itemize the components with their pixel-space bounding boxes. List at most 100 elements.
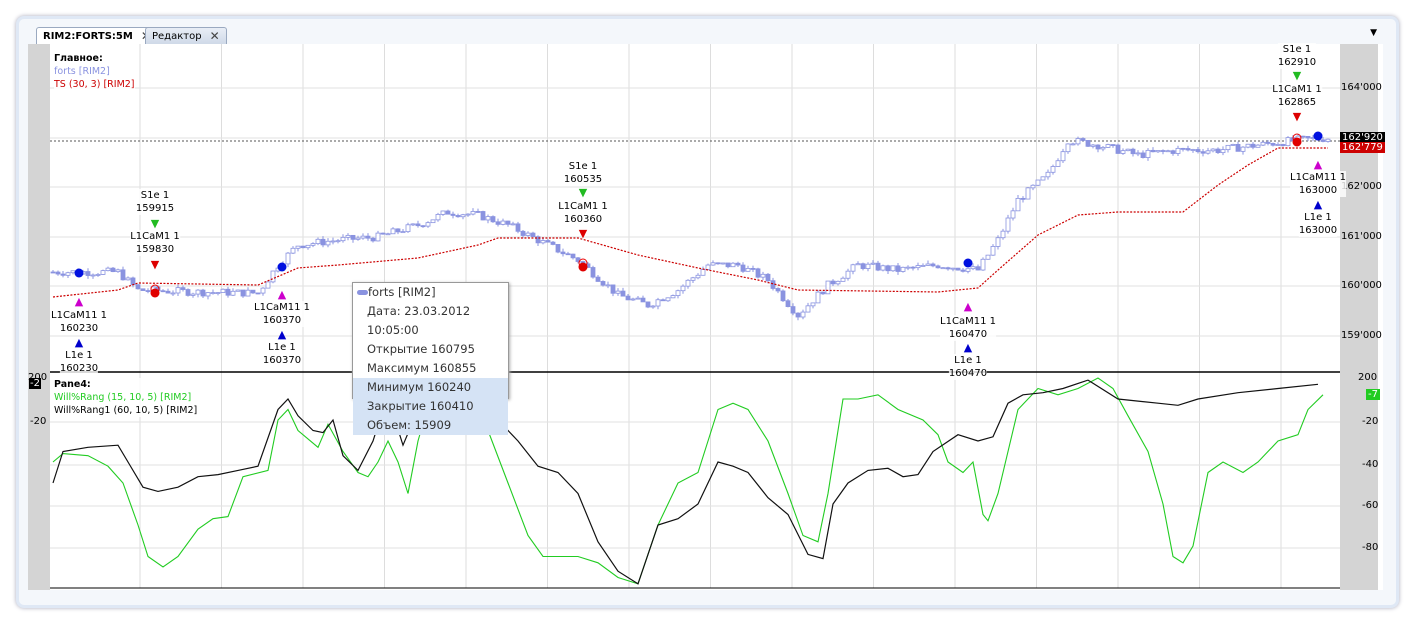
candle-body (625, 295, 631, 301)
candle-body (740, 264, 746, 272)
candle-body (1210, 148, 1216, 152)
signal-name: S1e 1 (1282, 44, 1312, 55)
candle-body (985, 254, 991, 260)
long-position-dot (963, 258, 973, 268)
signal-price: 160230 (59, 363, 99, 374)
signal-price: 160360 (563, 214, 603, 225)
candle-body (1205, 150, 1211, 154)
candle-body (785, 300, 791, 307)
willr-tick: -60 (1362, 500, 1379, 511)
tooltip-series: forts [RIM2] (368, 285, 436, 299)
candle-body (1065, 143, 1071, 153)
candle-body (165, 290, 171, 294)
candle-body (1215, 148, 1221, 154)
candle-body (1025, 187, 1031, 200)
lower-pane-legend: Pane4: Will%Rang (15, 10, 5) [RIM2] Will… (54, 378, 198, 417)
candle-body (910, 266, 916, 269)
candle-body (70, 270, 76, 274)
candle-body (1140, 152, 1146, 158)
candle-body (310, 243, 316, 246)
candle-body (255, 292, 261, 295)
candle-body (960, 269, 966, 272)
legend-ts: TS (30, 3) [RIM2] (54, 79, 135, 90)
candle-body (495, 221, 501, 225)
candle-body (50, 271, 56, 274)
candle-body (875, 262, 881, 271)
signal-price: 162910 (1277, 57, 1317, 68)
candle-body (250, 289, 256, 294)
up-arrow-icon: ▲ (1313, 158, 1323, 171)
candle-body (120, 269, 126, 281)
chart-canvas[interactable] (0, 0, 1413, 618)
tooltip-volume: Объем: 15909 (353, 416, 508, 435)
tooltip-date: Дата: 23.03.2012 10:05:00 (367, 304, 471, 337)
down-arrow-icon: ▼ (578, 186, 588, 199)
up-arrow-icon: ▲ (277, 288, 287, 301)
candle-body (775, 288, 781, 292)
signal-label: S1e 1 160535 (563, 160, 603, 186)
candle-body (675, 290, 681, 296)
candle-body (595, 276, 601, 282)
candle-body (425, 222, 431, 227)
candle-body (670, 295, 676, 299)
candle-body (925, 263, 931, 266)
signal-name: L1e 1 (954, 355, 982, 366)
price-tick: 160'000 (1341, 280, 1382, 291)
signal-name: L1CaM11 1 (1290, 172, 1346, 183)
candle-body (400, 231, 406, 234)
signal-price: 160230 (59, 323, 99, 334)
candle-body (1200, 151, 1206, 154)
candle-body (1105, 144, 1111, 148)
candle-body (360, 235, 366, 239)
candle-body (720, 262, 726, 265)
candle-body (1245, 143, 1251, 148)
signal-name: L1CaM11 1 (254, 302, 310, 313)
candle-body (430, 219, 436, 224)
candle-body (470, 211, 476, 215)
candle-body (1075, 138, 1081, 145)
signal-name: L1CaM11 1 (940, 316, 996, 327)
candle-body (695, 274, 701, 279)
legend-willr60: Will%Rang1 (60, 10, 5) [RIM2] (54, 405, 198, 416)
candle-body (365, 235, 371, 239)
long-position-dot (74, 268, 84, 278)
signal-label: S1e 1 159915 (135, 189, 175, 215)
candle-body (565, 253, 571, 256)
candle-body (235, 289, 241, 292)
candle-body (330, 240, 336, 243)
signal-name: L1e 1 (65, 350, 93, 361)
ts-value-label: 162'779 (1340, 142, 1385, 153)
candle-body (790, 306, 796, 314)
candle-body (1015, 197, 1021, 212)
candle-body (1070, 143, 1076, 146)
candle-body (445, 210, 451, 215)
signal-label: L1CaM11 1 163000 (1290, 171, 1346, 197)
signal-name: L1CaM1 1 (558, 201, 608, 212)
candle-body (745, 268, 751, 272)
candle-body (940, 267, 946, 270)
tooltip-high: Максимум 160855 (367, 361, 477, 375)
candle-body (1265, 141, 1271, 144)
candle-body (1250, 143, 1256, 148)
signal-name: L1e 1 (1304, 212, 1332, 223)
candle-body (135, 284, 141, 290)
candle-body (130, 277, 136, 286)
candle-body (1000, 230, 1006, 239)
candle-body (1135, 152, 1141, 155)
candle-body (1150, 149, 1156, 153)
candle-body (735, 262, 741, 266)
down-arrow-icon: ▼ (150, 217, 160, 230)
candle-body (1225, 144, 1231, 151)
candle-body (970, 266, 976, 270)
candle-body (1155, 150, 1161, 153)
candle-body (490, 216, 496, 223)
candle-body (540, 240, 546, 244)
signal-label: L1CaM11 1 160370 (254, 301, 310, 327)
signal-price: 160470 (948, 368, 988, 379)
candle-tooltip: forts [RIM2] Дата: 23.03.2012 10:05:00 О… (352, 282, 509, 435)
candle-body (455, 215, 461, 218)
candle-body (1180, 147, 1186, 150)
tooltip-open: Открытие 160795 (367, 342, 475, 356)
candle-body (195, 289, 201, 295)
candle-body (60, 273, 66, 276)
